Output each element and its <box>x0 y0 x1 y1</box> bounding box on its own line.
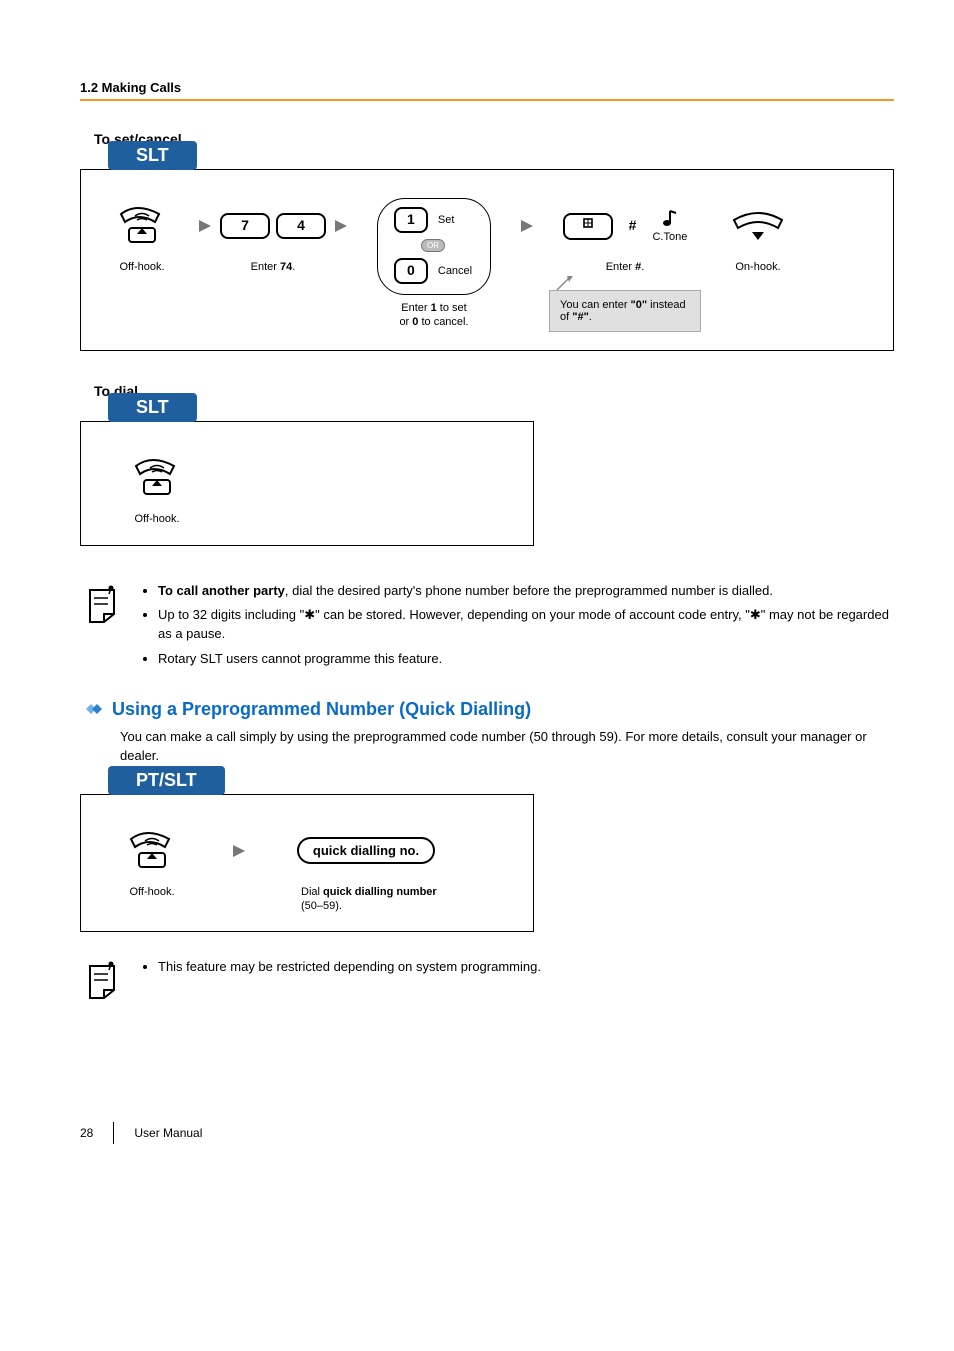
or-pill: OR <box>421 239 445 252</box>
quick-dialling-heading: Using a Preprogrammed Number (Quick Dial… <box>80 699 894 720</box>
step-offhook-label: Off-hook. <box>129 885 174 899</box>
set-cancel-group: 1 Set OR 0 Cancel <box>377 198 491 295</box>
page-footer: 28 User Manual <box>80 1122 894 1144</box>
header-rule <box>80 99 894 101</box>
onhook-icon <box>730 198 786 254</box>
step-offhook-label: Off-hook. <box>134 512 179 526</box>
quick-dial-instruction: Dial quick dialling number (50–59). <box>301 885 461 914</box>
arrow-icon <box>517 198 537 254</box>
tab-slt: SLT <box>108 141 197 170</box>
step-set-cancel-label: Enter 1 to set or 0 to cancel. <box>399 301 468 330</box>
arrow-icon <box>331 198 351 254</box>
step-onhook-label: On-hook. <box>735 260 780 274</box>
note-32digits: Up to 32 digits including "✱" can be sto… <box>158 606 894 644</box>
note-alt-zero: You can enter "0" instead of "#". <box>549 290 701 332</box>
section-header: 1.2 Making Calls <box>80 80 894 95</box>
doc-title: User Manual <box>134 1126 202 1140</box>
diamond-bullet-icon <box>80 700 104 718</box>
notes-1: To call another party, dial the desired … <box>80 582 894 675</box>
arrow-icon <box>229 823 249 879</box>
quick-dialling-para: You can make a call simply by using the … <box>120 728 894 766</box>
step-enter-hash-label: Enter #. <box>606 260 645 274</box>
cancel-text: Cancel <box>438 265 472 277</box>
note-icon <box>80 582 124 626</box>
subtitle-set-cancel: To set/cancel <box>94 131 894 147</box>
subtitle-to-dial: To dial <box>94 383 894 399</box>
set-text: Set <box>438 214 455 226</box>
footer-divider <box>113 1122 114 1144</box>
step-enter-74-label: Enter 74. <box>251 260 296 274</box>
offhook-icon <box>125 823 179 879</box>
key-0[interactable]: 0 <box>394 258 428 284</box>
key-hash-text: # <box>629 215 637 237</box>
quick-dial-flow: PT/SLT Off-hook. <box>80 780 894 919</box>
set-cancel-flow: SLT Off-hook. <box>80 155 894 337</box>
tab-slt: SLT <box>108 393 197 422</box>
tab-pt-slt: PT/SLT <box>108 766 225 795</box>
to-dial-flow: SLT Off-hook. <box>80 407 894 531</box>
note-rotary: Rotary SLT users cannot programme this f… <box>158 650 894 669</box>
quick-dialling-title: Using a Preprogrammed Number (Quick Dial… <box>112 699 531 720</box>
key-7[interactable]: 7 <box>220 213 270 239</box>
note-callanother: To call another party, dial the desired … <box>158 582 894 601</box>
note-icon <box>80 958 124 1002</box>
quick-dial-no-box: quick dialling no. <box>297 837 435 864</box>
offhook-icon <box>130 450 184 506</box>
step-offhook-label: Off-hook. <box>119 260 164 274</box>
key-4[interactable]: 4 <box>276 213 326 239</box>
key-hash[interactable] <box>563 213 613 240</box>
notes-2: This feature may be restricted depending… <box>80 958 894 1002</box>
offhook-icon <box>115 198 169 254</box>
note-restricted: This feature may be restricted depending… <box>158 958 541 977</box>
arrow-icon <box>195 198 215 254</box>
key-1[interactable]: 1 <box>394 207 428 233</box>
page-number: 28 <box>80 1126 93 1140</box>
confirmation-tone-icon: C.Tone <box>652 209 687 243</box>
